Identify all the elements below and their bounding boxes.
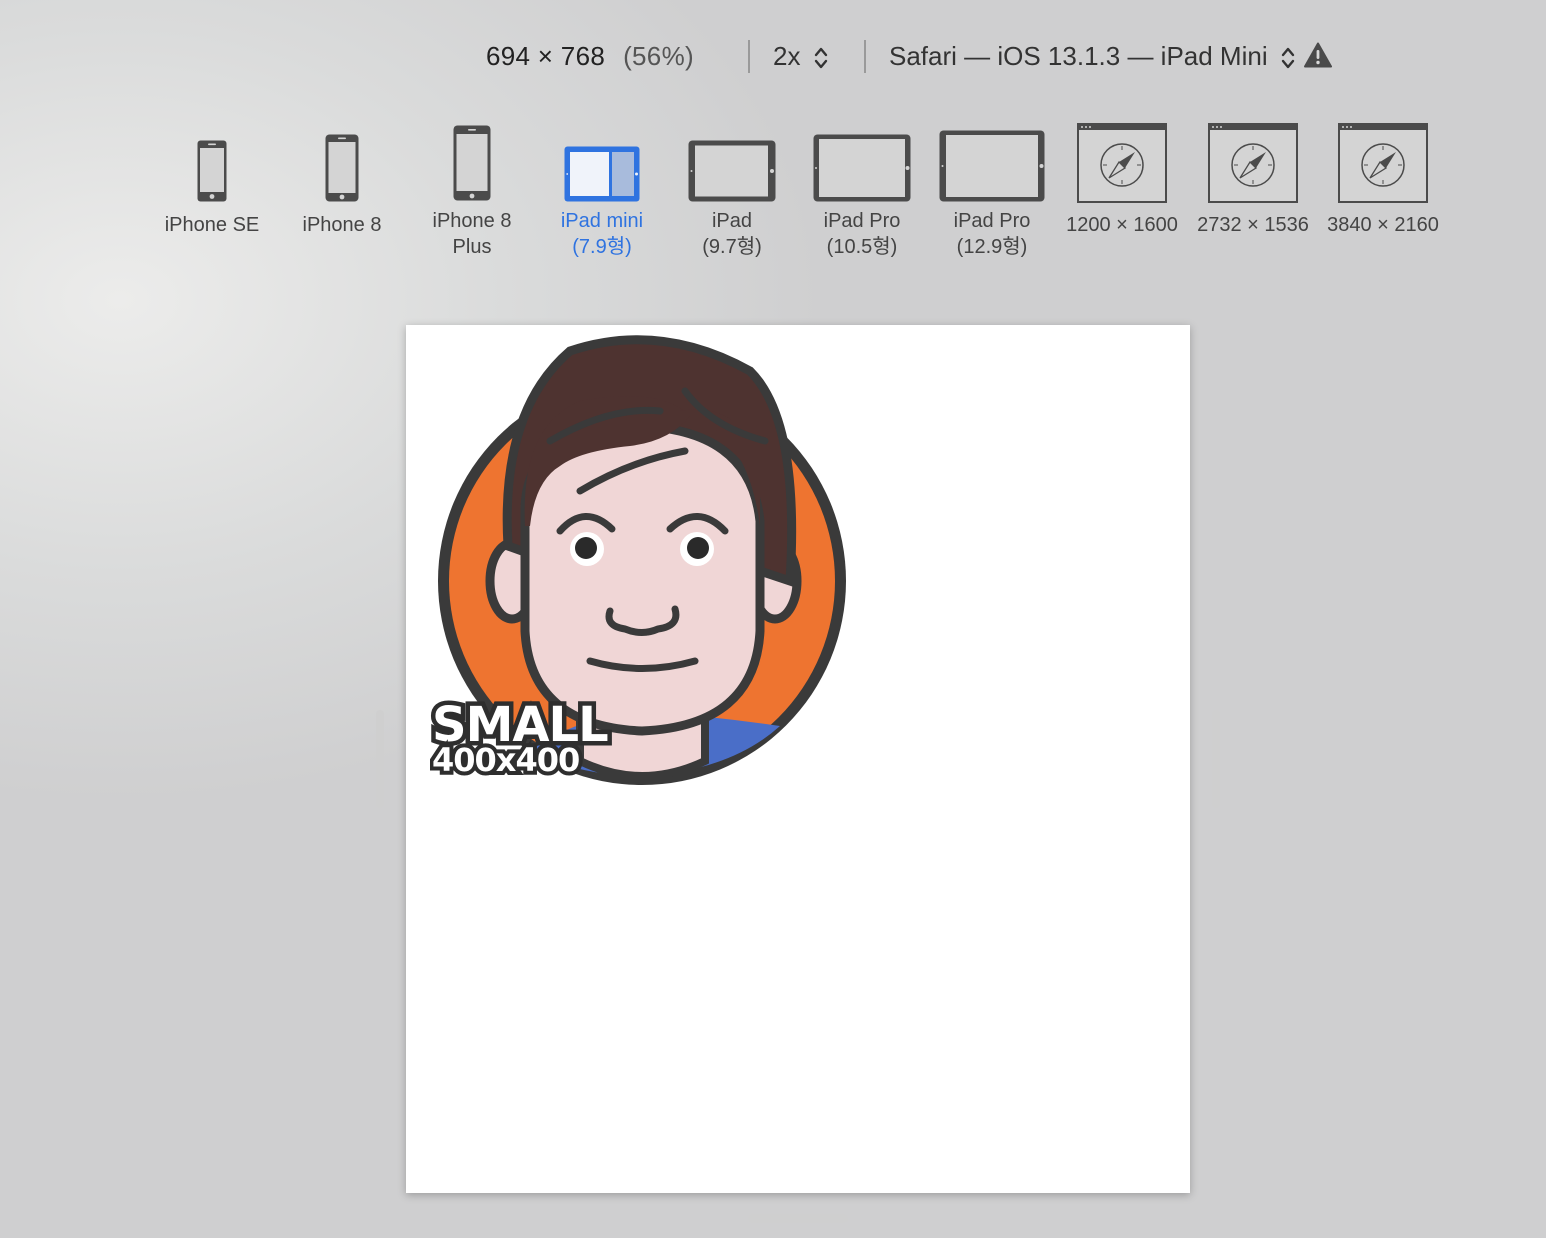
device-ipad-pro-10-5[interactable]: iPad Pro (10.5형): [802, 118, 922, 260]
resize-handle-bottom[interactable]: [748, 1214, 848, 1223]
device-label: iPad mini: [560, 210, 644, 232]
avatar-image: SMALL 400x400: [430, 335, 846, 785]
device-label: iPhone SE: [164, 214, 260, 236]
updown-chevron-icon: [814, 47, 827, 69]
warning-triangle-icon[interactable]: [1304, 42, 1332, 68]
device-3840x2160[interactable]: 3840 × 2160: [1318, 118, 1448, 238]
tablet-split-icon: [564, 146, 640, 202]
user-agent-select[interactable]: Safari — iOS 13.1.3 — iPad Mini: [889, 41, 1295, 72]
pixel-ratio-select[interactable]: 2x: [773, 41, 828, 72]
safari-window-icon: [1338, 123, 1428, 203]
phone-icon: [453, 125, 491, 201]
device-label-sub: Plus: [452, 236, 492, 258]
safari-window-icon: [1077, 123, 1167, 203]
pixel-ratio-value: 2x: [773, 41, 801, 71]
device-label: iPad Pro: [953, 210, 1031, 232]
updown-chevron-icon: [1281, 47, 1295, 69]
resize-handle-right[interactable]: [1212, 710, 1220, 808]
device-label-sub: (9.7형): [702, 236, 762, 258]
device-label: iPad Pro: [823, 210, 901, 232]
device-1200x1600[interactable]: 1200 × 1600: [1058, 118, 1186, 238]
device-viewport[interactable]: SMALL 400x400: [406, 325, 1190, 1193]
phone-icon: [325, 134, 359, 202]
device-label: iPhone 8: [302, 214, 382, 236]
responsive-toolbar: 694 × 768 (56%) 2x Safari — iOS 13.1.3 — …: [0, 38, 1546, 78]
device-label: iPhone 8: [432, 210, 512, 232]
device-label: iPad: [711, 210, 753, 232]
device-iphone-8-plus[interactable]: iPhone 8 Plus: [412, 118, 532, 260]
device-ipad-pro-12-9[interactable]: iPad Pro (12.9형): [932, 118, 1052, 260]
device-iphone-8[interactable]: iPhone 8: [282, 118, 402, 238]
device-label: 2732 × 1536: [1197, 214, 1309, 236]
viewport-dimensions: 694 × 768 (56%): [486, 41, 694, 72]
zoom-percent: (56%): [623, 41, 694, 71]
separator: [864, 40, 866, 73]
separator: [748, 40, 750, 73]
user-agent-value: Safari — iOS 13.1.3 — iPad Mini: [889, 41, 1268, 71]
dimensions-text: 694 × 768: [486, 41, 606, 71]
device-label-sub: (10.5형): [826, 236, 898, 258]
image-label-size: 400x400: [432, 741, 579, 779]
device-label: 3840 × 2160: [1327, 214, 1439, 236]
device-ipad[interactable]: iPad (9.7형): [672, 118, 792, 260]
tablet-icon: [813, 134, 911, 202]
device-label-sub: (12.9형): [956, 236, 1028, 258]
device-iphone-se[interactable]: iPhone SE: [152, 118, 272, 238]
device-label-sub: (7.9형): [572, 236, 632, 258]
device-ipad-mini[interactable]: iPad mini (7.9형): [542, 118, 662, 260]
tablet-icon: [939, 130, 1045, 202]
phone-icon: [197, 140, 227, 202]
device-2732x1536[interactable]: 2732 × 1536: [1188, 118, 1318, 238]
resize-handle-left[interactable]: [376, 710, 384, 808]
safari-window-icon: [1208, 123, 1298, 203]
tablet-icon: [688, 140, 776, 202]
device-label: 1200 × 1600: [1066, 214, 1178, 236]
